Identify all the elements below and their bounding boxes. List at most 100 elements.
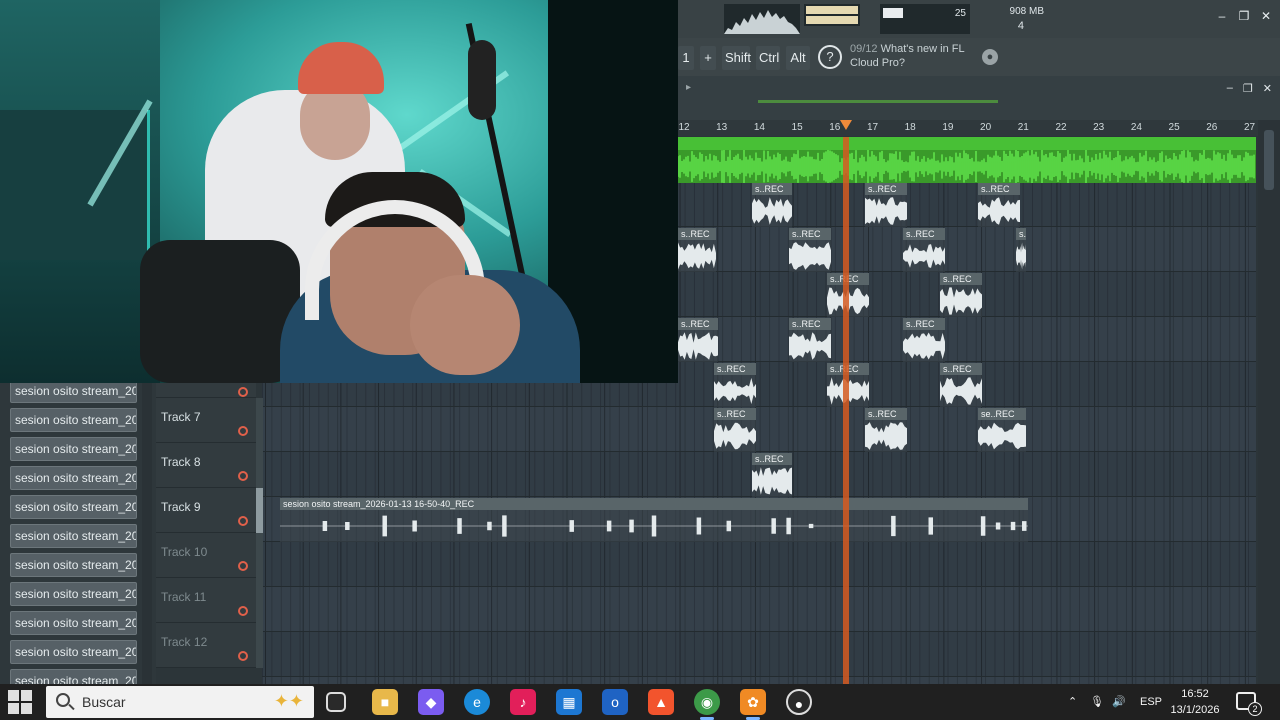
track-lane[interactable] (262, 407, 1256, 452)
browser-file-item[interactable]: sesion osito stream_202... (10, 495, 137, 519)
oscilloscope-monitor[interactable] (724, 4, 800, 34)
file-explorer-icon[interactable]: ■ (372, 689, 398, 715)
track-grip[interactable] (256, 443, 263, 488)
audio-clip[interactable]: s..REC (752, 453, 792, 497)
record-arm-icon[interactable] (238, 387, 248, 397)
restore-icon[interactable]: ❐ (1236, 8, 1252, 24)
add-pattern-button[interactable]: + (700, 46, 716, 70)
track-grip[interactable] (256, 398, 263, 443)
speaker-icon[interactable]: 🔊 (1112, 684, 1126, 720)
copilot-icon[interactable]: ◆ (418, 689, 444, 715)
task-view-icon[interactable] (326, 692, 346, 712)
pattern-selector[interactable]: 1 (678, 46, 694, 70)
chevron-right-icon[interactable]: ▸ (686, 82, 691, 93)
track-grip[interactable] (256, 533, 263, 578)
outlook-icon[interactable]: o (602, 689, 628, 715)
track-header[interactable]: Track 12 (156, 623, 263, 668)
browser-file-item[interactable]: sesion osito stream_202... (10, 611, 137, 635)
chevron-up-icon[interactable]: ⌃ (1068, 684, 1077, 720)
track-grip[interactable] (256, 623, 263, 668)
track-grip[interactable] (256, 578, 263, 623)
globe-icon[interactable]: ● (982, 49, 998, 65)
track-lane[interactable] (262, 542, 1256, 587)
restore-icon[interactable]: ❐ (1243, 82, 1253, 95)
playhead-line[interactable] (843, 137, 849, 684)
microphone-icon[interactable]: 🎙 (1090, 684, 1104, 720)
cpu-value: 25 (954, 8, 966, 19)
audio-clip[interactable]: s..REC (678, 228, 716, 272)
track-grip[interactable] (256, 488, 263, 533)
browser-file-item[interactable]: sesion osito stream_202... (10, 582, 137, 606)
audio-clip[interactable]: s..REC (865, 183, 907, 227)
record-arm-icon[interactable] (238, 561, 248, 571)
minimize-icon[interactable]: – (1227, 82, 1233, 95)
track-header[interactable]: Track 9 (156, 488, 263, 533)
ctrl-key-button[interactable]: Ctrl (756, 46, 780, 70)
news-icon[interactable]: ? (818, 45, 842, 69)
brave-browser-icon[interactable]: ▲ (648, 689, 674, 715)
audio-clip[interactable]: s..REC (714, 408, 756, 452)
windows-start-icon[interactable] (8, 690, 32, 714)
track-header[interactable] (156, 383, 256, 398)
close-icon[interactable]: ✕ (1258, 8, 1274, 24)
audio-clip-title: s..REC (752, 453, 792, 465)
playhead-marker[interactable] (840, 120, 852, 130)
minimize-icon[interactable]: – (1214, 8, 1230, 24)
memory-monitor[interactable]: 908 MB 4 (974, 4, 1050, 34)
language-indicator[interactable]: ESP (1140, 684, 1162, 720)
audio-clip[interactable]: s..REC (865, 408, 907, 452)
audio-clip[interactable]: s..REC (752, 183, 792, 227)
audio-clip[interactable]: s..REC (978, 183, 1020, 227)
playlist-position-bar[interactable] (758, 100, 998, 103)
track-header[interactable]: Track 8 (156, 443, 263, 488)
record-arm-icon[interactable] (238, 516, 248, 526)
ruler-bar-label: 22 (1055, 122, 1067, 133)
audio-clip[interactable]: s..REC (789, 318, 831, 362)
record-arm-icon[interactable] (238, 471, 248, 481)
master-audio-clip[interactable] (678, 137, 1256, 183)
close-icon[interactable]: ✕ (1263, 82, 1272, 95)
audio-clip[interactable]: s..REC (903, 318, 945, 362)
browser-file-item[interactable]: sesion osito stream_202... (10, 466, 137, 490)
audio-clip-title: s..REC (978, 183, 1020, 195)
shift-key-button[interactable]: Shift (722, 46, 751, 70)
track-header[interactable]: Track 7 (156, 398, 263, 443)
cpu-monitor[interactable]: 25 (880, 4, 970, 34)
fl-studio-icon[interactable]: ✿ (740, 689, 766, 720)
chrome-icon[interactable]: ◉ (694, 689, 720, 720)
tiktok-icon[interactable]: ♪ (510, 689, 536, 715)
track-header[interactable]: Track 11 (156, 578, 263, 623)
edge-browser-icon[interactable]: e (464, 689, 490, 715)
notification-icon[interactable]: 2 (1236, 692, 1262, 716)
record-arm-icon[interactable] (238, 426, 248, 436)
browser-file-item[interactable]: sesion osito stream_202... (10, 640, 137, 664)
audio-clip[interactable]: s..REC (940, 273, 982, 317)
audio-clip-long[interactable]: sesion osito stream_2026-01-13 16-50-40_… (280, 498, 1028, 542)
audio-clip[interactable]: s..REC (940, 363, 982, 407)
audio-clip[interactable]: s..REC (1016, 228, 1026, 272)
audio-clip[interactable]: s..REC (903, 228, 945, 272)
track-lane[interactable] (262, 587, 1256, 632)
browser-file-item[interactable]: sesion osito stream_202... (10, 408, 137, 432)
browser-scrollbar[interactable] (142, 383, 152, 684)
track-lane[interactable] (262, 632, 1256, 677)
microsoft-store-icon[interactable]: ▦ (556, 689, 582, 715)
browser-file-item[interactable]: sesion osito stream_202... (10, 524, 137, 548)
master-level-meter[interactable] (804, 4, 860, 26)
news-panel[interactable]: 09/12 What's new in FL Cloud Pro? (850, 42, 990, 70)
record-arm-icon[interactable] (238, 651, 248, 661)
audio-clip[interactable]: s..REC (714, 363, 756, 407)
browser-file-item[interactable]: sesion osito stream_202... (10, 553, 137, 577)
playlist-scrollbar[interactable] (1258, 120, 1280, 684)
browser-file-item[interactable]: sesion osito stream_202... (10, 437, 137, 461)
record-arm-icon[interactable] (238, 606, 248, 616)
track-header[interactable]: Track 10 (156, 533, 263, 578)
obs-recording-icon[interactable]: ● (786, 689, 812, 715)
taskbar-search-box[interactable]: Buscar ✦✦ (46, 686, 314, 718)
alt-key-button[interactable]: Alt (786, 46, 810, 70)
timeline-ruler[interactable]: 12 13 14 15 16 17 18 19 20 21 22 23 24 25 26 27 (678, 120, 1258, 136)
system-clock[interactable]: 16:52 13/1/2026 (1170, 686, 1220, 718)
audio-clip[interactable]: se..REC (978, 408, 1026, 452)
audio-clip[interactable]: s..REC (678, 318, 718, 362)
audio-clip[interactable]: s..REC (789, 228, 831, 272)
